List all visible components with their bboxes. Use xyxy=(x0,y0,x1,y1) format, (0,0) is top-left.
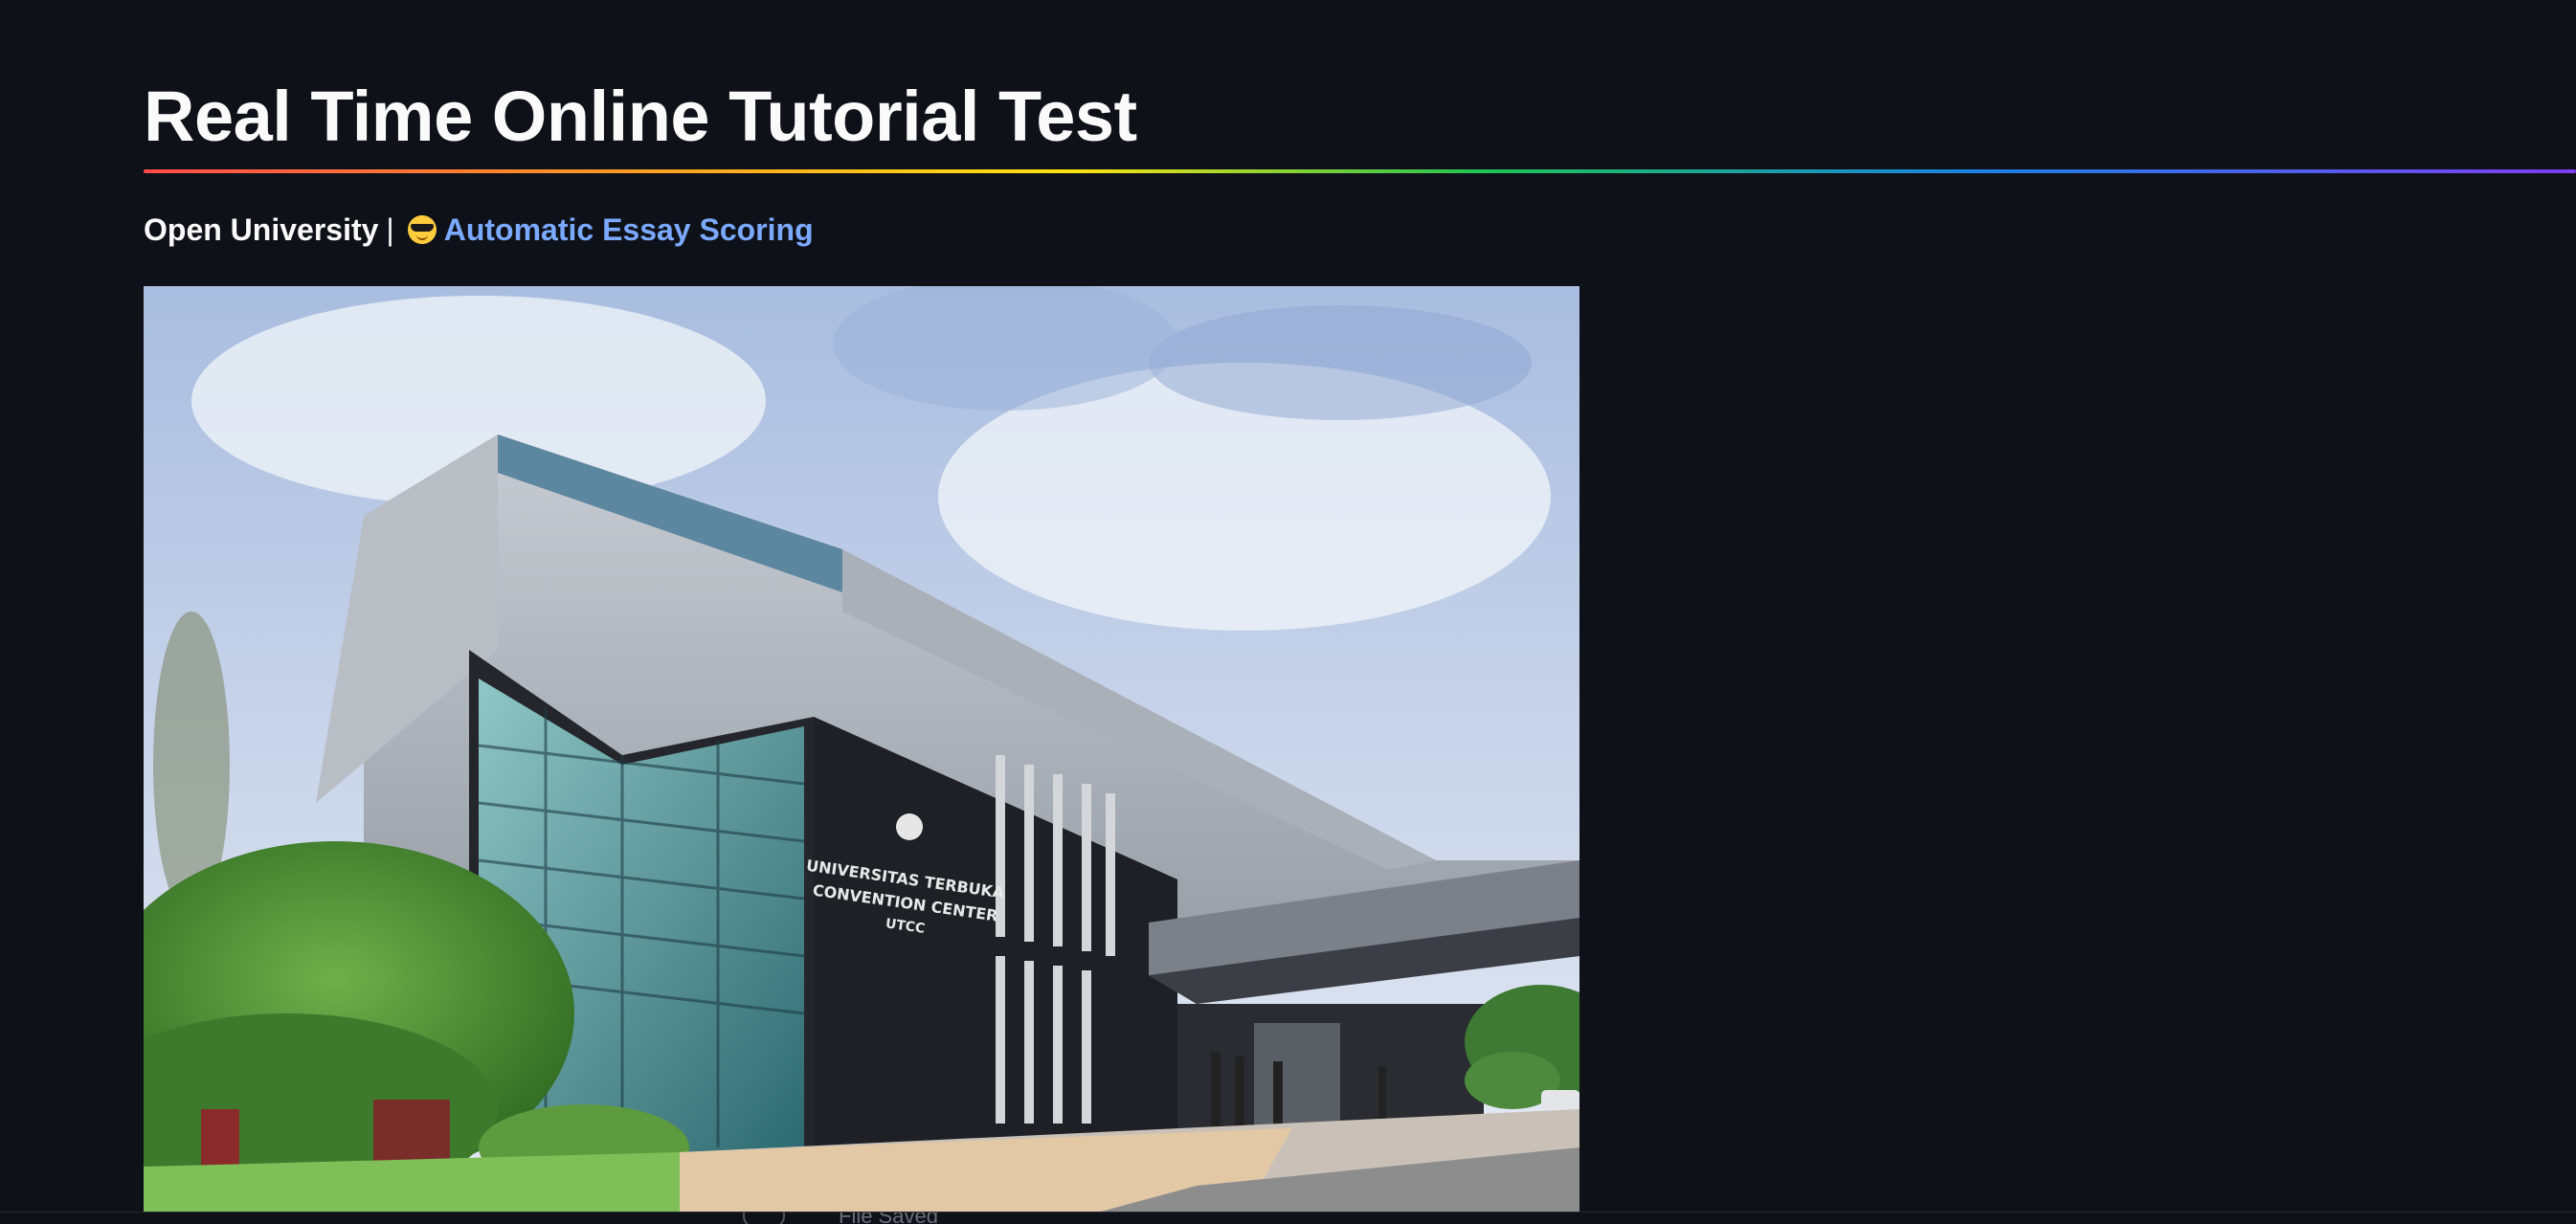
campus-building-image: UNIVERSITAS TERBUKA CONVENTION CENTER UT… xyxy=(144,286,1579,1212)
file-saved-status: File Saved xyxy=(839,1212,938,1224)
page-title: Real Time Online Tutorial Test xyxy=(144,77,1137,156)
app-page: Real Time Online Tutorial Test Open Univ… xyxy=(0,0,2576,1224)
status-indicator-icon xyxy=(743,1213,785,1224)
automatic-essay-scoring-link[interactable]: Automatic Essay Scoring xyxy=(444,209,814,251)
title-divider xyxy=(144,169,2576,173)
smiling-face-with-sunglasses-icon xyxy=(407,215,437,244)
org-label: Open University xyxy=(144,212,379,247)
subheader-separator: | xyxy=(386,212,394,247)
status-bar: File Saved xyxy=(0,1212,2576,1224)
subheader: Open University | Automatic Essay Scorin… xyxy=(144,209,814,251)
